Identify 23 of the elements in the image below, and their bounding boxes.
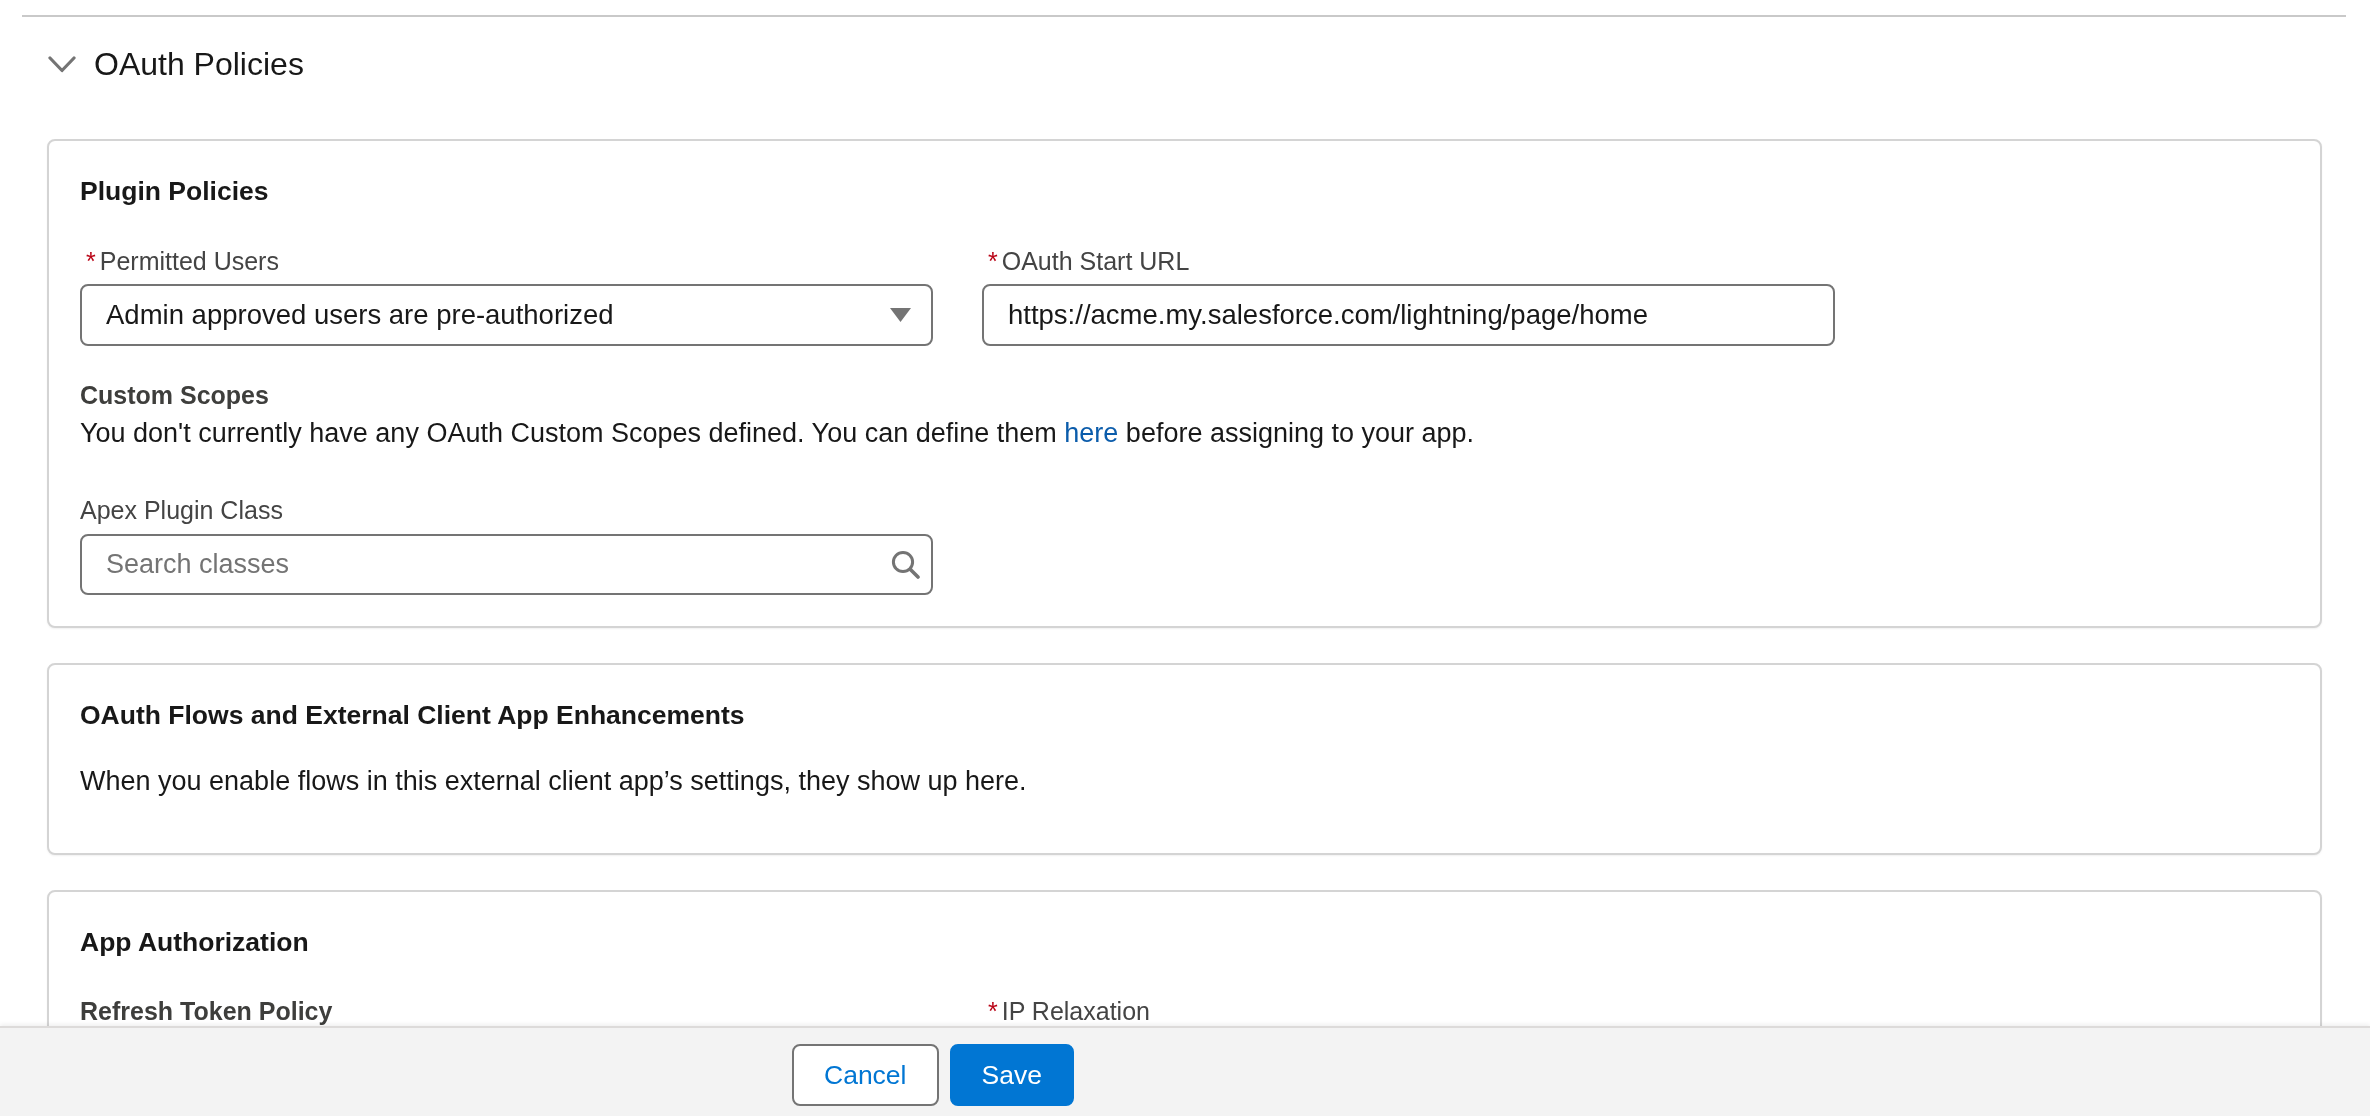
field-label: Apex Plugin Class <box>80 495 283 525</box>
card-title: Plugin Policies <box>80 175 269 207</box>
field-label: Refresh Token Policy <box>80 996 333 1026</box>
search-icon <box>891 550 920 579</box>
caret-down-icon <box>890 308 911 322</box>
cancel-button[interactable]: Cancel <box>792 1044 939 1106</box>
card-title: OAuth Flows and External Client App Enhancements <box>80 699 745 731</box>
required-mark: * <box>988 996 998 1026</box>
permitted-users-select[interactable]: Admin approved users are pre-authorized <box>80 284 933 346</box>
define-scopes-link[interactable]: here <box>1064 418 1119 448</box>
required-mark: * <box>86 246 96 276</box>
class-search-field[interactable]: Search classes <box>80 534 933 595</box>
field-label: OAuth Start URL <box>1001 246 1190 276</box>
section-toggle[interactable]: OAuth Policies <box>48 46 304 82</box>
custom-scopes-message: You don't currently have any OAuth Custom Scopes defined. You can define them here before assigning to your app. <box>80 417 1475 450</box>
flows-message: When you enable flows in this external client app’s settings, they show up here. <box>80 765 1027 798</box>
field-label: Permitted Users <box>99 246 279 276</box>
field-label: IP Relaxation <box>1001 996 1150 1026</box>
field-label: Custom Scopes <box>80 380 269 410</box>
card-title: App Authorization <box>80 926 309 958</box>
required-mark: * <box>988 246 998 276</box>
save-button[interactable]: Save <box>949 1044 1074 1106</box>
start-url-input[interactable]: https://acme.my.salesforce.com/lightning/page/home <box>982 284 1835 346</box>
